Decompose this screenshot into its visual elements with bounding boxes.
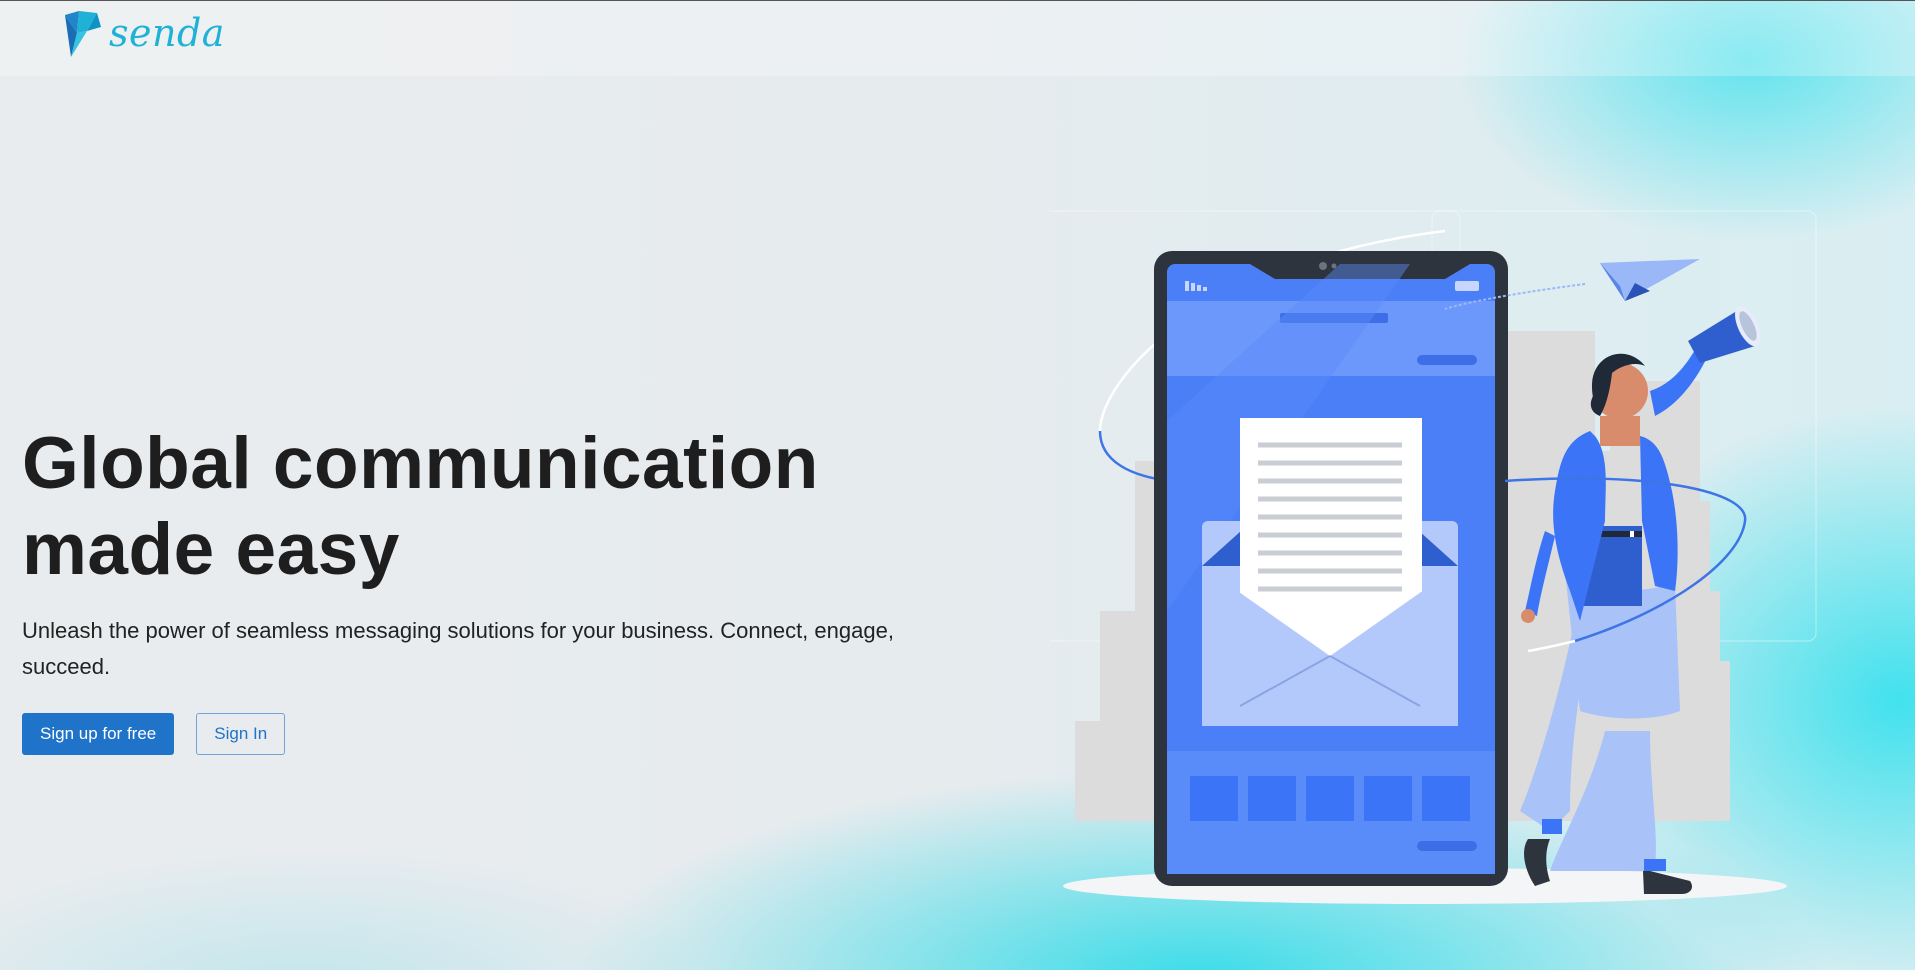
top-header: senda — [0, 1, 1915, 76]
envelope-icon — [1202, 418, 1458, 726]
hero-actions: Sign up for free Sign In — [22, 713, 972, 755]
brand-logo[interactable]: senda — [63, 11, 225, 59]
brand-name: senda — [109, 11, 225, 55]
sign-in-button[interactable]: Sign In — [196, 713, 286, 755]
hero-title-line-2: made easy — [22, 509, 400, 590]
hero-title: Global communication made easy — [22, 421, 972, 593]
hero-subtitle: Unleash the power of seamless messaging … — [22, 618, 894, 679]
hero-illustration — [1050, 210, 1817, 904]
hero-title-line-1: Global communication — [22, 423, 819, 504]
hero-section: Global communication made easy Unleash t… — [22, 421, 972, 755]
sign-up-button[interactable]: Sign up for free — [22, 713, 175, 755]
senda-logo-icon — [65, 11, 101, 57]
megaphone-icon — [1688, 305, 1761, 363]
